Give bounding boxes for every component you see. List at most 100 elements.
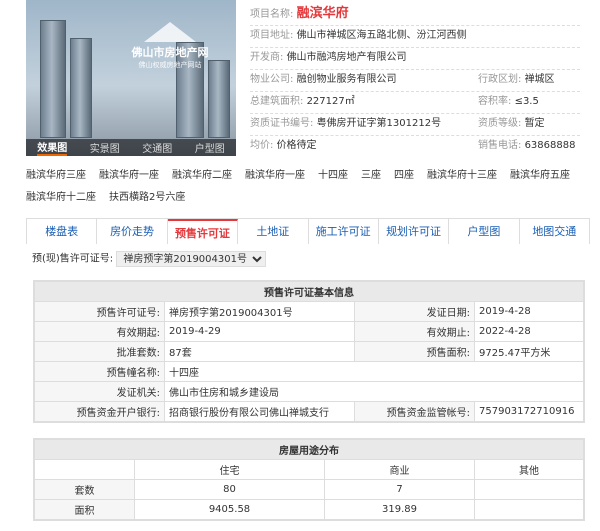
building-link[interactable]: 十四座	[318, 165, 348, 187]
grade-label: 资质等级:	[478, 118, 522, 129]
building-link[interactable]: 融滨华府一座	[245, 165, 305, 187]
tab-planning-permit[interactable]: 规划许可证	[378, 219, 450, 244]
usage-cell	[474, 499, 584, 520]
info-area-row: 总建筑面积: 227127㎡	[250, 92, 355, 112]
info-price-row: 均价: 价格待定	[250, 136, 317, 156]
cert-label: 资质证书编号:	[250, 118, 314, 129]
usage-row-label: 套数	[34, 479, 135, 500]
bank-value: 招商银行股份有限公司佛山禅城支行	[164, 401, 355, 422]
divider	[250, 135, 580, 136]
building-link[interactable]: 融滨华府五座	[510, 165, 570, 187]
license-table: 预售许可证基本信息 预售许可证号: 禅房预字第2019004301号 发证日期:…	[33, 280, 585, 423]
issue-date-value: 2019-4-28	[474, 301, 584, 322]
info-developer-row: 开发商: 佛山市融鸿房地产有限公司	[250, 48, 407, 68]
property-label: 物业公司:	[250, 74, 294, 85]
table-row: 套数 80 7	[34, 479, 584, 500]
address-label: 项目地址:	[250, 30, 294, 41]
bank-label: 预售资金开户银行:	[34, 401, 165, 422]
tab-building-table[interactable]: 楼盘表	[27, 219, 98, 244]
developer-value: 佛山市融鸿房地产有限公司	[286, 52, 407, 63]
info-address-row: 项目地址: 佛山市禅城区海五路北侧、汾江河西侧	[250, 26, 467, 46]
info-ratio-row: 容积率: ≤3.5	[478, 92, 539, 112]
info-grade-row: 资质等级: 暂定	[478, 114, 545, 134]
tab-construction-permit[interactable]: 施工许可证	[308, 219, 379, 244]
building-link[interactable]: 融滨华府二座	[172, 165, 232, 187]
building-links: 融滨华府三座 融滨华府一座 融滨华府二座 融滨华府一座 十四座 三座 四座 融滨华府十三座 融滨…	[26, 165, 586, 209]
divider	[250, 47, 580, 48]
presale-building-value: 十四座	[164, 361, 584, 382]
valid-start-value: 2019-4-29	[164, 321, 355, 342]
presale-building-label: 预售幢名称:	[34, 361, 165, 382]
valid-end-value: 2022-4-28	[474, 321, 584, 342]
license-no-label: 预售许可证号:	[34, 301, 165, 322]
tab-price-trend[interactable]: 房价走势	[97, 219, 168, 244]
presale-area-value: 9725.47平方米	[474, 341, 584, 362]
ratio-value: ≤3.5	[514, 96, 539, 107]
usage-table: 房屋用途分布 住宅 商业 其他 套数 80 7 面积 9405.58 319.8…	[33, 438, 585, 521]
address-value: 佛山市禅城区海五路北侧、汾江河西侧	[296, 30, 467, 41]
tab-land-cert[interactable]: 土地证	[238, 219, 309, 244]
project-name: 融滨华府	[296, 6, 349, 21]
tab-presale-license[interactable]: 预售许可证	[167, 219, 239, 244]
usage-row-label: 面积	[34, 499, 135, 520]
area-label: 总建筑面积:	[250, 96, 304, 107]
district-value: 禅城区	[524, 74, 555, 85]
photo-tab-render[interactable]: 效果图	[37, 139, 68, 156]
valid-start-label: 有效期起:	[34, 321, 165, 342]
developer-label: 开发商:	[250, 52, 284, 63]
usage-cell: 319.89	[324, 499, 475, 520]
watermark-logo: 佛山市房地产网 佛山权威房地产网站	[110, 22, 230, 74]
ratio-label: 容积率:	[478, 96, 512, 107]
grade-value: 暂定	[524, 118, 545, 129]
divider	[250, 113, 580, 114]
divider	[250, 69, 580, 70]
divider	[250, 25, 580, 26]
info-name-row: 项目名称: 融滨华府	[250, 4, 349, 24]
price-label: 均价:	[250, 140, 274, 151]
district-label: 行政区划:	[478, 74, 522, 85]
license-selector: 预(现)售许可证号: 禅房预字第2019004301号	[32, 251, 267, 267]
building-link[interactable]: 融滨华府十三座	[427, 165, 497, 187]
photo-tab-layout[interactable]: 户型图	[195, 140, 225, 155]
building-link[interactable]: 四座	[394, 165, 414, 187]
house-icon	[144, 22, 196, 42]
area-value: 227127㎡	[306, 96, 355, 107]
tab-map[interactable]: 地图交通	[519, 219, 589, 244]
usage-col-header: 其他	[474, 459, 584, 480]
property-value: 融创物业服务有限公司	[296, 74, 397, 85]
building-link[interactable]: 融滨华府十二座	[26, 187, 96, 209]
phone-label: 销售电话:	[478, 140, 522, 151]
presale-area-label: 预售面积:	[354, 341, 475, 362]
building-link[interactable]: 融滨华府三座	[26, 165, 86, 187]
photo-tab-traffic[interactable]: 交通图	[142, 140, 172, 155]
usage-cell	[474, 479, 584, 500]
issue-date-label: 发证日期:	[354, 301, 475, 322]
usage-col-header: 商业	[324, 459, 475, 480]
info-cert-row: 资质证书编号: 粤佛房开证字第1301212号	[250, 114, 441, 134]
building-link[interactable]: 融滨华府一座	[99, 165, 159, 187]
usage-table-title: 房屋用途分布	[34, 439, 584, 460]
usage-cell: 80	[134, 479, 325, 500]
license-table-title: 预售许可证基本信息	[34, 281, 584, 302]
building-link[interactable]: 三座	[361, 165, 381, 187]
building-link[interactable]: 扶西横路2号六座	[109, 187, 185, 209]
table-row: 面积 9405.58 319.89	[34, 499, 584, 520]
approved-sets-label: 批准套数:	[34, 341, 165, 362]
price-value: 价格待定	[276, 140, 317, 151]
watermark-title: 佛山市房地产网	[131, 46, 209, 59]
license-no-value: 禅房预字第2019004301号	[164, 301, 355, 322]
project-photo[interactable]: 佛山市房地产网 佛山权威房地产网站 效果图 实景图 交通图 户型图	[26, 0, 236, 156]
info-phone-row: 销售电话: 63868888	[478, 136, 575, 156]
tab-floor-plan[interactable]: 户型图	[449, 219, 520, 244]
account-label: 预售资金监管帐号:	[354, 401, 475, 422]
photo-tab-real[interactable]: 实景图	[90, 140, 120, 155]
usage-cell: 7	[324, 479, 475, 500]
license-select-label: 预(现)售许可证号:	[32, 253, 114, 265]
tab-bar: 楼盘表 房价走势 预售许可证 土地证 施工许可证 规划许可证 户型图 地图交通	[26, 218, 590, 244]
building-graphic	[70, 38, 92, 138]
approved-sets-value: 87套	[164, 341, 355, 362]
watermark-subtitle: 佛山权威房地产网站	[138, 61, 202, 69]
name-label: 项目名称:	[250, 9, 294, 20]
license-select[interactable]: 禅房预字第2019004301号	[116, 251, 267, 267]
usage-cell: 9405.58	[134, 499, 325, 520]
